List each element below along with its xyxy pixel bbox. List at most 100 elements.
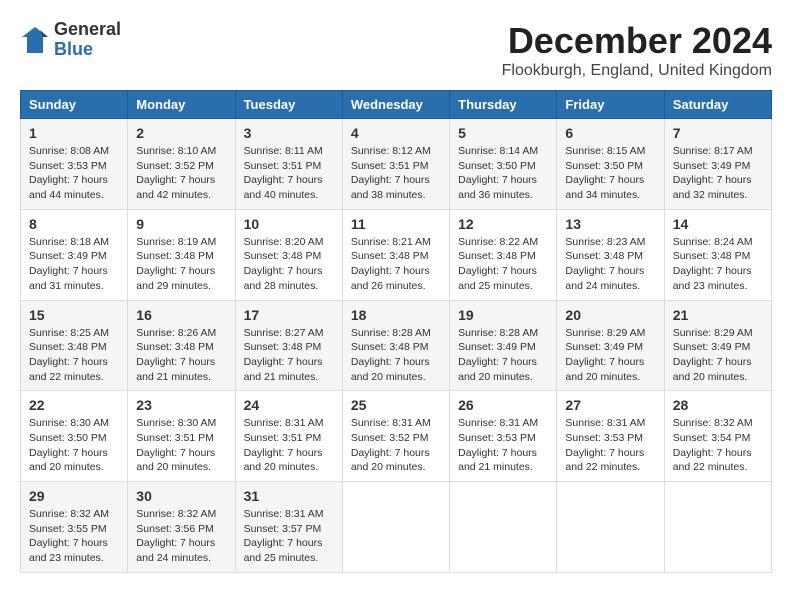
calendar-cell: 26 Sunrise: 8:31 AM Sunset: 3:53 PM Dayli…	[450, 391, 557, 482]
cell-content: Sunrise: 8:25 AM Sunset: 3:48 PM Dayligh…	[29, 326, 119, 385]
day-number: 8	[29, 216, 119, 232]
day-number: 29	[29, 488, 119, 504]
cell-content: Sunrise: 8:10 AM Sunset: 3:52 PM Dayligh…	[136, 144, 226, 203]
day-number: 12	[458, 216, 548, 232]
calendar-cell: 16 Sunrise: 8:26 AM Sunset: 3:48 PM Dayli…	[128, 300, 235, 391]
cell-content: Sunrise: 8:28 AM Sunset: 3:48 PM Dayligh…	[351, 326, 441, 385]
calendar-cell: 31 Sunrise: 8:31 AM Sunset: 3:57 PM Dayli…	[235, 482, 342, 573]
day-number: 11	[351, 216, 441, 232]
cell-content: Sunrise: 8:31 AM Sunset: 3:57 PM Dayligh…	[244, 507, 334, 566]
calendar-week-row: 29 Sunrise: 8:32 AM Sunset: 3:55 PM Dayli…	[21, 482, 772, 573]
day-number: 9	[136, 216, 226, 232]
calendar-cell: 23 Sunrise: 8:30 AM Sunset: 3:51 PM Dayli…	[128, 391, 235, 482]
day-number: 30	[136, 488, 226, 504]
calendar-cell	[450, 482, 557, 573]
day-number: 31	[244, 488, 334, 504]
day-number: 17	[244, 307, 334, 323]
cell-content: Sunrise: 8:31 AM Sunset: 3:53 PM Dayligh…	[565, 416, 655, 475]
calendar-week-row: 15 Sunrise: 8:25 AM Sunset: 3:48 PM Dayli…	[21, 300, 772, 391]
cell-content: Sunrise: 8:22 AM Sunset: 3:48 PM Dayligh…	[458, 235, 548, 294]
day-number: 25	[351, 397, 441, 413]
calendar-cell: 28 Sunrise: 8:32 AM Sunset: 3:54 PM Dayli…	[664, 391, 771, 482]
cell-content: Sunrise: 8:08 AM Sunset: 3:53 PM Dayligh…	[29, 144, 119, 203]
calendar-cell: 17Sunrise: 8:27 AM Sunset: 3:48 PM Dayli…	[235, 300, 342, 391]
cell-content: Sunrise: 8:20 AM Sunset: 3:48 PM Dayligh…	[244, 235, 334, 294]
calendar-cell	[557, 482, 664, 573]
calendar-cell: 27 Sunrise: 8:31 AM Sunset: 3:53 PM Dayli…	[557, 391, 664, 482]
logo-text: General Blue	[54, 20, 121, 60]
day-number: 14	[673, 216, 763, 232]
calendar-cell: 22 Sunrise: 8:30 AM Sunset: 3:50 PM Dayli…	[21, 391, 128, 482]
day-number: 22	[29, 397, 119, 413]
cell-content: Sunrise: 8:19 AM Sunset: 3:48 PM Dayligh…	[136, 235, 226, 294]
day-number: 13	[565, 216, 655, 232]
calendar-week-row: 1 Sunrise: 8:08 AM Sunset: 3:53 PM Daylig…	[21, 119, 772, 210]
col-friday: Friday	[557, 91, 664, 119]
cell-content: Sunrise: 8:12 AM Sunset: 3:51 PM Dayligh…	[351, 144, 441, 203]
calendar-cell	[342, 482, 449, 573]
calendar-cell: 19Sunrise: 8:28 AM Sunset: 3:49 PM Dayli…	[450, 300, 557, 391]
day-number: 21	[673, 307, 763, 323]
cell-content: Sunrise: 8:30 AM Sunset: 3:51 PM Dayligh…	[136, 416, 226, 475]
calendar-cell: 10Sunrise: 8:20 AM Sunset: 3:48 PM Dayli…	[235, 209, 342, 300]
day-number: 16	[136, 307, 226, 323]
calendar-week-row: 22 Sunrise: 8:30 AM Sunset: 3:50 PM Dayli…	[21, 391, 772, 482]
col-tuesday: Tuesday	[235, 91, 342, 119]
month-title: December 2024	[502, 20, 772, 62]
day-number: 24	[244, 397, 334, 413]
day-number: 7	[673, 125, 763, 141]
col-saturday: Saturday	[664, 91, 771, 119]
location: Flookburgh, England, United Kingdom	[502, 62, 772, 80]
day-number: 20	[565, 307, 655, 323]
col-monday: Monday	[128, 91, 235, 119]
col-sunday: Sunday	[21, 91, 128, 119]
cell-content: Sunrise: 8:23 AM Sunset: 3:48 PM Dayligh…	[565, 235, 655, 294]
day-number: 3	[244, 125, 334, 141]
cell-content: Sunrise: 8:32 AM Sunset: 3:55 PM Dayligh…	[29, 507, 119, 566]
calendar-cell: 7 Sunrise: 8:17 AM Sunset: 3:49 PM Daylig…	[664, 119, 771, 210]
col-wednesday: Wednesday	[342, 91, 449, 119]
day-number: 23	[136, 397, 226, 413]
logo-blue: Blue	[54, 40, 121, 60]
calendar-cell: 12 Sunrise: 8:22 AM Sunset: 3:48 PM Dayli…	[450, 209, 557, 300]
cell-content: Sunrise: 8:29 AM Sunset: 3:49 PM Dayligh…	[673, 326, 763, 385]
calendar-cell: 3 Sunrise: 8:11 AM Sunset: 3:51 PM Daylig…	[235, 119, 342, 210]
cell-content: Sunrise: 8:28 AM Sunset: 3:49 PM Dayligh…	[458, 326, 548, 385]
calendar-cell: 18 Sunrise: 8:28 AM Sunset: 3:48 PM Dayli…	[342, 300, 449, 391]
cell-content: Sunrise: 8:24 AM Sunset: 3:48 PM Dayligh…	[673, 235, 763, 294]
calendar-cell: 30 Sunrise: 8:32 AM Sunset: 3:56 PM Dayli…	[128, 482, 235, 573]
cell-content: Sunrise: 8:32 AM Sunset: 3:56 PM Dayligh…	[136, 507, 226, 566]
calendar-cell: 2 Sunrise: 8:10 AM Sunset: 3:52 PM Daylig…	[128, 119, 235, 210]
logo: General Blue	[20, 20, 121, 60]
cell-content: Sunrise: 8:21 AM Sunset: 3:48 PM Dayligh…	[351, 235, 441, 294]
calendar-cell	[664, 482, 771, 573]
day-number: 15	[29, 307, 119, 323]
cell-content: Sunrise: 8:31 AM Sunset: 3:53 PM Dayligh…	[458, 416, 548, 475]
day-number: 28	[673, 397, 763, 413]
day-number: 27	[565, 397, 655, 413]
logo-icon	[20, 25, 50, 55]
cell-content: Sunrise: 8:14 AM Sunset: 3:50 PM Dayligh…	[458, 144, 548, 203]
day-number: 26	[458, 397, 548, 413]
cell-content: Sunrise: 8:26 AM Sunset: 3:48 PM Dayligh…	[136, 326, 226, 385]
cell-content: Sunrise: 8:11 AM Sunset: 3:51 PM Dayligh…	[244, 144, 334, 203]
header-row: Sunday Monday Tuesday Wednesday Thursday…	[21, 91, 772, 119]
cell-content: Sunrise: 8:31 AM Sunset: 3:51 PM Dayligh…	[244, 416, 334, 475]
calendar-cell: 11 Sunrise: 8:21 AM Sunset: 3:48 PM Dayli…	[342, 209, 449, 300]
day-number: 2	[136, 125, 226, 141]
calendar-body: 1 Sunrise: 8:08 AM Sunset: 3:53 PM Daylig…	[21, 119, 772, 573]
cell-content: Sunrise: 8:17 AM Sunset: 3:49 PM Dayligh…	[673, 144, 763, 203]
day-number: 1	[29, 125, 119, 141]
day-number: 5	[458, 125, 548, 141]
cell-content: Sunrise: 8:30 AM Sunset: 3:50 PM Dayligh…	[29, 416, 119, 475]
calendar-cell: 20Sunrise: 8:29 AM Sunset: 3:49 PM Dayli…	[557, 300, 664, 391]
day-number: 4	[351, 125, 441, 141]
calendar-cell: 14 Sunrise: 8:24 AM Sunset: 3:48 PM Dayli…	[664, 209, 771, 300]
cell-content: Sunrise: 8:32 AM Sunset: 3:54 PM Dayligh…	[673, 416, 763, 475]
day-number: 18	[351, 307, 441, 323]
header: General Blue December 2024 Flookburgh, E…	[20, 20, 772, 80]
calendar-cell: 1 Sunrise: 8:08 AM Sunset: 3:53 PM Daylig…	[21, 119, 128, 210]
calendar-cell: 9 Sunrise: 8:19 AM Sunset: 3:48 PM Daylig…	[128, 209, 235, 300]
calendar-cell: 5 Sunrise: 8:14 AM Sunset: 3:50 PM Daylig…	[450, 119, 557, 210]
col-thursday: Thursday	[450, 91, 557, 119]
